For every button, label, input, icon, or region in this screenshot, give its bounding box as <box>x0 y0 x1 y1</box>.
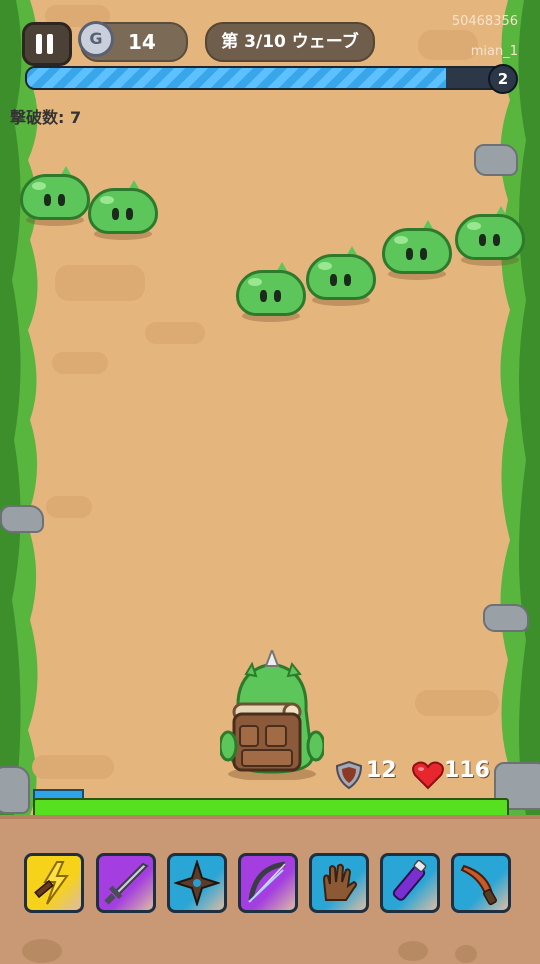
hero-dino-character <box>220 650 324 780</box>
kill-counter: 撃破数: 7 <box>10 108 82 127</box>
weapon-slot-sword[interactable] <box>96 853 156 913</box>
watermark-user: mian_1 <box>470 44 518 59</box>
wave-progress-fill <box>27 68 447 88</box>
wave-progress-bar <box>25 66 511 90</box>
potion-icon <box>392 860 427 901</box>
rock <box>483 604 529 632</box>
slime-enemy <box>88 180 158 240</box>
dirt-patch <box>52 352 108 374</box>
dirt-patch <box>145 322 205 344</box>
right-grass-border <box>500 0 540 815</box>
slime-enemy <box>382 220 452 280</box>
watermark-id: 50468356 <box>451 14 518 29</box>
pause-button[interactable] <box>22 22 72 66</box>
weapon-slot-bow[interactable] <box>238 853 298 913</box>
heart-icon <box>412 761 444 790</box>
knife-icon <box>460 864 497 906</box>
wave-number-badge: 2 <box>488 64 518 94</box>
rock <box>0 766 30 814</box>
pause-icon <box>36 34 42 54</box>
slime-enemy <box>236 262 306 322</box>
dirt-patch <box>418 30 478 60</box>
rock <box>0 505 44 533</box>
wave-indicator: 第 3/10 ウェーブ <box>205 22 375 62</box>
dirt-patch <box>32 755 114 779</box>
coin-count: 14 <box>128 30 156 54</box>
coin-icon <box>78 21 114 57</box>
weapon-slot-lightning-dagger[interactable] <box>24 853 84 913</box>
dirt-patch <box>46 496 92 518</box>
coin-counter: 14 <box>78 21 188 62</box>
weapon-slot-shuriken[interactable] <box>167 853 227 913</box>
lightning-dagger-icon <box>34 861 69 905</box>
shield-icon <box>335 760 363 790</box>
weapon-slot-glove[interactable] <box>309 853 369 913</box>
shuriken-icon <box>174 860 220 906</box>
weapon-slot-knife[interactable] <box>451 853 511 913</box>
armor-value: 12 <box>366 758 397 783</box>
hp-value: 116 <box>444 758 490 783</box>
weapon-slot-potion[interactable] <box>380 853 440 913</box>
sword-icon <box>104 862 149 905</box>
slime-enemy <box>306 246 376 306</box>
slime-enemy <box>20 166 90 226</box>
bow-icon <box>248 861 286 903</box>
dirt-patch <box>55 265 145 301</box>
glove-icon <box>322 863 357 901</box>
dirt-patch <box>415 690 499 716</box>
slime-enemy <box>455 206 525 266</box>
rock <box>474 144 518 176</box>
